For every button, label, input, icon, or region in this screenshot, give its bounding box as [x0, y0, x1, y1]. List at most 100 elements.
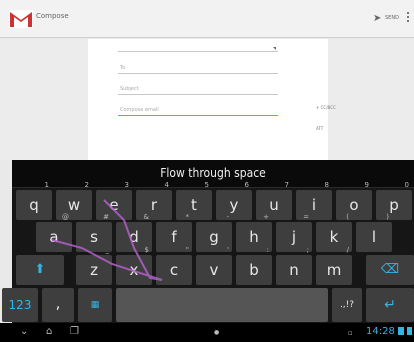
key-e[interactable]: 3e	[96, 181, 132, 220]
key-label: d	[129, 228, 139, 246]
key-b[interactable]: :b	[236, 246, 272, 285]
delete-key[interactable]: ⌫	[366, 255, 414, 285]
key-c[interactable]: " c	[156, 246, 192, 285]
to-field[interactable]: To	[118, 59, 278, 74]
key-hint: 2	[84, 181, 89, 189]
key-label: q	[29, 196, 39, 214]
key-label: l	[371, 228, 377, 246]
key-hint: (	[346, 213, 349, 221]
gmail-logo-icon[interactable]	[9, 10, 33, 28]
key-label: e	[109, 196, 119, 214]
key-x[interactable]: $ x	[116, 246, 152, 285]
key-hint: )	[386, 213, 389, 221]
key-o[interactable]: 9o	[336, 181, 372, 220]
key-hint: "	[185, 246, 189, 254]
key-hint: 5	[204, 181, 209, 189]
action-bar: Compose ➤ SEND	[0, 0, 414, 38]
space-bar[interactable]	[116, 288, 328, 322]
key-a[interactable]: @ a	[36, 213, 72, 252]
page-title: Compose	[36, 12, 69, 20]
key-label: a	[49, 228, 59, 246]
key-label: c	[169, 261, 179, 279]
key-label: x	[129, 261, 139, 279]
from-field[interactable]	[118, 39, 278, 52]
key-label: t	[191, 196, 197, 214]
key-label: u	[269, 196, 279, 214]
key-label: i	[311, 196, 317, 214]
suggestion-strip[interactable]: Flow through space	[12, 160, 414, 188]
send-button[interactable]: ➤ SEND	[373, 10, 403, 26]
key-label: k	[329, 228, 339, 246]
compose-body-field[interactable]: Compose email	[118, 101, 278, 116]
key-i[interactable]: 8i	[296, 181, 332, 220]
home-icon[interactable]: ⌂	[46, 326, 52, 337]
key-hint: ;	[306, 246, 309, 254]
recent-apps-icon[interactable]: ❐	[70, 326, 79, 337]
punctuation-key[interactable]: .,!?	[332, 288, 362, 322]
key-q[interactable]: 1q	[16, 181, 52, 220]
key-label: g	[209, 228, 219, 246]
key-t[interactable]: 5t	[176, 181, 212, 220]
key-label: m	[326, 261, 342, 279]
key-hint: _	[105, 246, 110, 254]
key-hint: =	[303, 213, 309, 221]
keyboard-settings-icon[interactable]: ▦	[78, 288, 112, 322]
compose-sheet: To Subject Compose email	[88, 39, 328, 160]
send-label: SEND	[385, 15, 399, 21]
key-hint: 6	[244, 181, 249, 189]
key-label: p	[389, 196, 399, 214]
cc-bcc-button[interactable]: + CC/BCC	[316, 105, 336, 110]
key-hint: *	[185, 213, 190, 221]
key-hint: 3	[124, 181, 129, 189]
key-p[interactable]: 0p	[376, 181, 412, 220]
key-label: z	[90, 261, 98, 279]
key-hint: #	[103, 213, 109, 221]
keyboard-icon: ▫	[348, 329, 353, 337]
shift-key[interactable]: ⬆	[16, 255, 64, 285]
to-placeholder: To	[120, 65, 126, 71]
key-n[interactable]: ; n	[276, 246, 312, 285]
key-hint: +	[263, 213, 269, 221]
numeric-key-label: 123	[8, 298, 32, 312]
key-label: w	[67, 196, 81, 214]
clock: 14:28	[366, 326, 395, 337]
key-l[interactable]: ) l	[356, 213, 392, 252]
subject-field[interactable]: Subject	[118, 80, 278, 95]
chevron-down-icon	[273, 47, 276, 50]
punctuation-key-label: .,!?	[339, 300, 355, 310]
comma-key[interactable]: ,	[42, 288, 74, 322]
key-label: v	[209, 261, 219, 279]
soft-keyboard: Flow through space 1 q 2 w 3 e 4 r 5 t 6 y 7 u 8 i 9 o 0 p @…	[2, 160, 414, 323]
key-z[interactable]: _ z	[76, 246, 112, 285]
key-hint: 1	[44, 181, 49, 189]
key-hint: 8	[324, 181, 329, 189]
key-hint: 7	[284, 181, 289, 189]
key-r[interactable]: 4r	[136, 181, 172, 220]
battery-icon	[407, 327, 412, 335]
key-hint: @	[62, 213, 69, 221]
numeric-key[interactable]: 123	[2, 288, 38, 322]
back-icon[interactable]: ⌄	[20, 326, 28, 337]
suggestion-text[interactable]: Flow through space	[12, 166, 414, 180]
subject-placeholder: Subject	[120, 86, 139, 92]
key-hint: -	[226, 213, 229, 221]
overflow-menu-icon[interactable]	[406, 10, 410, 26]
comma-key-label: ,	[55, 294, 61, 312]
send-icon: ➤	[373, 13, 382, 24]
key-v[interactable]: ' v	[196, 246, 232, 285]
key-label: h	[249, 228, 259, 246]
key-u[interactable]: 7u	[256, 181, 292, 220]
attach-button[interactable]: ATT	[316, 126, 323, 131]
key-hint: 9	[364, 181, 369, 189]
key-hint: /	[346, 246, 349, 254]
key-label: r	[150, 196, 158, 214]
key-hint: &	[143, 213, 149, 221]
key-hint: '	[227, 246, 229, 254]
ime-icon: ●	[214, 329, 220, 336]
key-y[interactable]: 6y	[216, 181, 252, 220]
compose-body-placeholder: Compose email	[120, 107, 159, 113]
key-label: s	[90, 228, 98, 246]
key-m[interactable]: / m	[316, 246, 352, 285]
enter-key[interactable]: ↵	[366, 288, 414, 322]
key-label: n	[289, 261, 299, 279]
